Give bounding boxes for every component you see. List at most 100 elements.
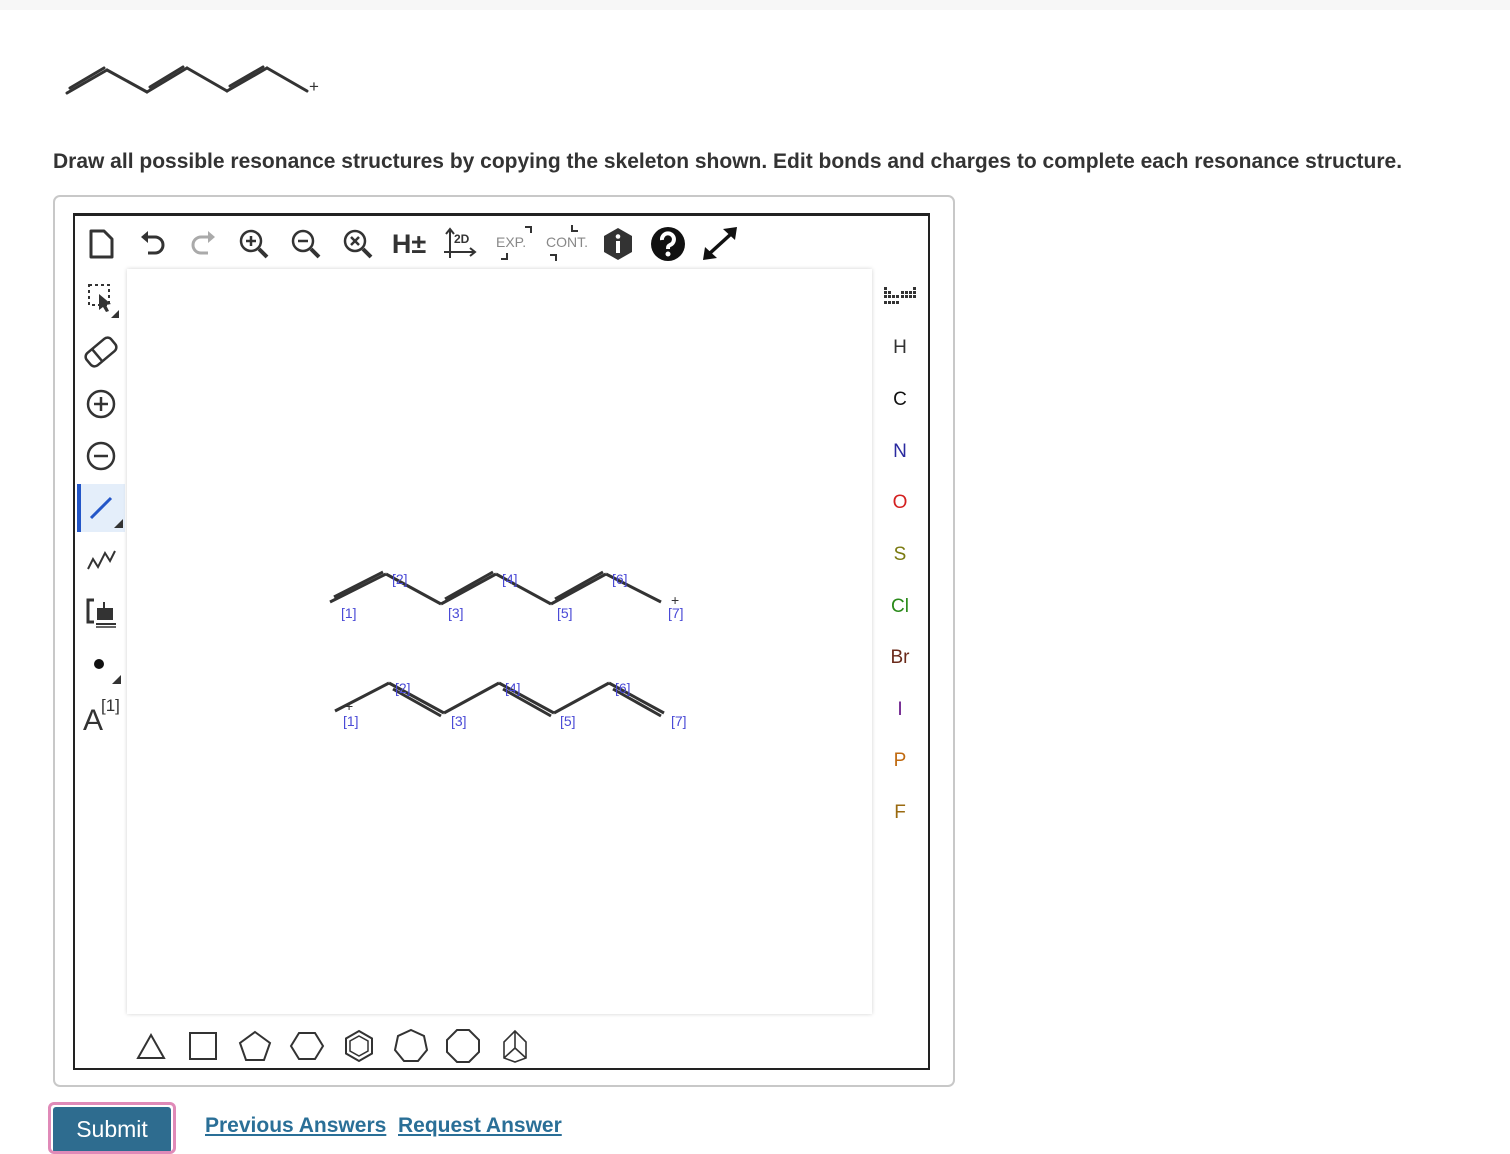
atom-map-index: [1]	[101, 696, 120, 715]
minus-charge-icon	[86, 441, 116, 471]
atom-button-cl[interactable]: Cl	[875, 587, 925, 627]
atom-button-n[interactable]: N	[875, 432, 925, 472]
atom-button-h[interactable]: H	[875, 328, 925, 368]
atom-label: [5]	[557, 605, 573, 621]
octagon-icon	[446, 1029, 480, 1063]
atom-label: [2]	[395, 680, 411, 696]
atom-label: [1]	[343, 713, 359, 729]
marvin-editor: H± 2D EXP. CONT. A [1] [1] [2] [3] [4] […	[73, 213, 930, 1070]
help-icon	[651, 227, 685, 261]
template-toolbar	[127, 1024, 872, 1069]
cyclopentane-template[interactable]	[235, 1026, 275, 1066]
redo-button[interactable]	[182, 224, 224, 264]
selection-icon	[88, 284, 119, 318]
clean-2d-button[interactable]: 2D	[439, 224, 481, 264]
skeleton-charge: +	[309, 77, 319, 96]
expand-button[interactable]: EXP.	[490, 224, 538, 264]
hexagon-icon	[289, 1032, 325, 1060]
periodic-table-icon	[884, 287, 916, 304]
single-bond-tool[interactable]	[77, 484, 125, 532]
cycloheptane-template[interactable]	[391, 1026, 431, 1066]
atom-button-f[interactable]: F	[875, 793, 925, 833]
new-document-button[interactable]	[80, 224, 122, 264]
atom-label: [1]	[341, 605, 357, 621]
expand-icon: EXP.	[496, 226, 532, 260]
fullscreen-icon	[703, 227, 737, 260]
atom-map-letter: A	[83, 704, 104, 737]
resonance-structure-1[interactable]: [1] [2] [3] [4] [5] [6] [7] +	[329, 570, 684, 621]
charge-label: +	[671, 592, 679, 608]
heptagon-icon	[393, 1028, 429, 1062]
resonance-structure-2[interactable]: [1] [2] [3] [4] [5] [6] [7] +	[334, 680, 687, 729]
info-button[interactable]	[597, 224, 639, 264]
info-icon	[604, 228, 632, 260]
bracket-tool[interactable]	[77, 588, 125, 636]
clean-2d-label: 2D	[454, 232, 470, 246]
square-icon	[189, 1032, 217, 1060]
drawing-canvas[interactable]: [1] [2] [3] [4] [5] [6] [7] + [1] [2] [3…	[127, 269, 872, 1014]
plus-charge-icon	[86, 389, 116, 419]
fullscreen-button[interactable]	[699, 224, 741, 264]
atom-button-o[interactable]: O	[875, 483, 925, 523]
cyclohexane-template[interactable]	[287, 1026, 327, 1066]
zoom-in-button[interactable]	[233, 224, 275, 264]
expand-label: EXP.	[496, 234, 526, 250]
atom-label: [4]	[505, 680, 521, 696]
contract-label: CONT.	[546, 234, 588, 250]
chain-icon	[87, 550, 116, 570]
atom-label: [3]	[448, 605, 464, 621]
bicyclo-template[interactable]	[495, 1026, 535, 1066]
eraser-tool[interactable]	[77, 328, 125, 376]
zoom-in-icon	[239, 229, 269, 259]
bicyclic-icon	[503, 1029, 527, 1063]
zoom-out-icon	[291, 229, 321, 259]
benzene-icon	[345, 1029, 373, 1063]
atom-button-i[interactable]: I	[875, 690, 925, 730]
periodic-table-button[interactable]	[875, 276, 925, 316]
zoom-reset-button[interactable]	[337, 224, 379, 264]
h-toggle-label: H±	[391, 228, 427, 259]
zoom-out-button[interactable]	[285, 224, 327, 264]
chain-tool[interactable]	[77, 536, 125, 584]
redo-icon	[191, 231, 215, 255]
atom-label: [6]	[615, 680, 631, 696]
cyclobutane-template[interactable]	[183, 1026, 223, 1066]
atom-label: [4]	[502, 571, 518, 587]
request-answer-link[interactable]: Request Answer	[398, 1114, 562, 1138]
top-strip	[0, 0, 1510, 10]
top-toolbar: H± 2D EXP. CONT.	[75, 216, 775, 271]
contract-button[interactable]: CONT.	[541, 224, 593, 264]
cyclopropane-template[interactable]	[131, 1026, 171, 1066]
bond-icon	[89, 496, 123, 528]
selection-tool[interactable]	[77, 276, 125, 324]
positive-charge-tool[interactable]	[77, 380, 125, 428]
submit-button[interactable]: Submit	[53, 1107, 171, 1151]
atom-label: [6]	[612, 571, 628, 587]
question-skeleton: +	[65, 65, 319, 96]
previous-answers-link[interactable]: Previous Answers	[205, 1114, 386, 1138]
zoom-reset-icon	[343, 229, 373, 259]
radical-dot-icon	[94, 659, 121, 684]
negative-charge-tool[interactable]	[77, 432, 125, 480]
atom-label: [5]	[560, 713, 576, 729]
atom-label: [3]	[451, 713, 467, 729]
eraser-icon	[84, 336, 118, 368]
molecule-drawing: [1] [2] [3] [4] [5] [6] [7] + [1] [2] [3…	[329, 570, 687, 729]
document-icon	[89, 229, 114, 259]
pentagon-icon	[238, 1030, 272, 1061]
atom-button-br[interactable]: Br	[875, 638, 925, 678]
atom-button-s[interactable]: S	[875, 535, 925, 575]
atom-button-p[interactable]: P	[875, 741, 925, 781]
radical-tool[interactable]	[77, 640, 125, 688]
undo-button[interactable]	[132, 224, 174, 264]
undo-icon	[141, 231, 165, 255]
question-prompt: Draw all possible resonance structures b…	[53, 150, 1403, 173]
cyclooctane-template[interactable]	[443, 1026, 483, 1066]
atom-map-tool[interactable]: A [1]	[77, 692, 125, 740]
atom-button-c[interactable]: C	[875, 380, 925, 420]
benzene-template[interactable]	[339, 1026, 379, 1066]
help-button[interactable]	[647, 224, 689, 264]
hydrogen-toggle-button[interactable]: H±	[388, 224, 430, 264]
bracket-icon	[86, 598, 116, 628]
charge-label: +	[345, 698, 353, 714]
